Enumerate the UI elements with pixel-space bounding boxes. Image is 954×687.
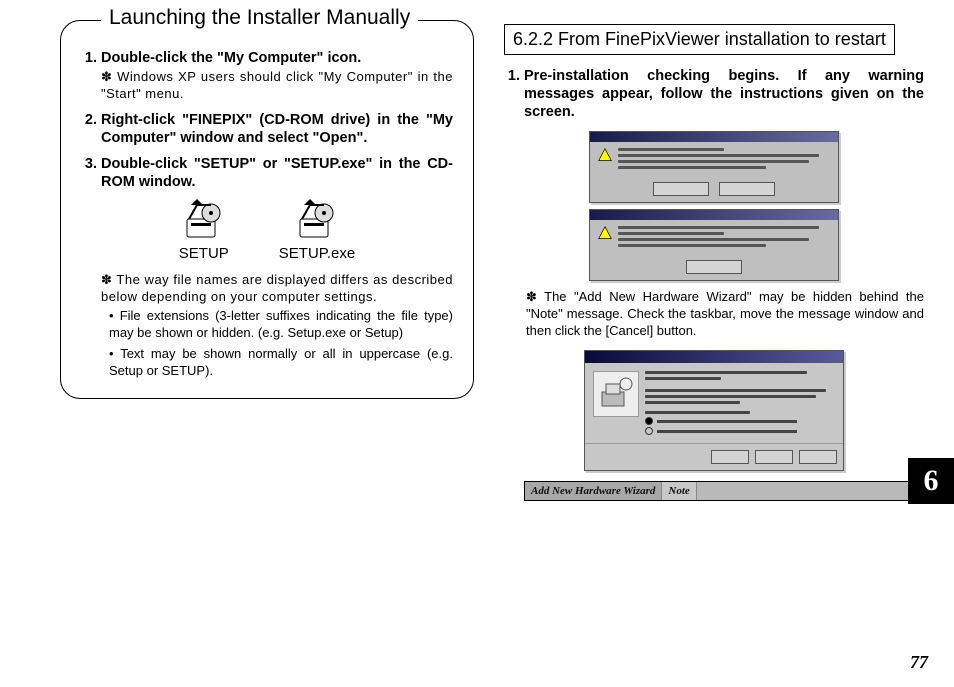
setup-label-1: SETUP	[179, 245, 229, 262]
wizard-text	[645, 371, 835, 435]
dialog-text-lines	[618, 148, 830, 172]
hardware-wizard-note: The "Add New Hardware Wizard" may be hid…	[504, 289, 924, 340]
warning-dialog-1	[589, 131, 839, 203]
dialog-titlebar	[590, 210, 838, 220]
warning-icon	[598, 148, 612, 162]
taskbar-item-note[interactable]: Note	[662, 482, 696, 500]
bullet-extensions: File extensions (3-letter suffixes indic…	[109, 308, 453, 342]
page-number: 77	[910, 652, 928, 673]
warning-dialog-2	[589, 209, 839, 281]
manual-install-box: Launching the Installer Manually Double-…	[60, 20, 474, 399]
right-column: 6.2.2 From FinePixViewer installation to…	[504, 20, 924, 677]
cancel-button[interactable]	[719, 182, 775, 196]
box-title: Launching the Installer Manually	[101, 6, 418, 30]
wizard-back-button[interactable]	[711, 450, 749, 464]
wizard-titlebar	[585, 351, 843, 363]
setup-icon-item-2: SETUP.exe	[279, 199, 355, 262]
warning-dialogs	[504, 131, 924, 281]
taskbar: Add New Hardware Wizard Note	[524, 481, 924, 501]
left-column: Launching the Installer Manually Double-…	[60, 20, 474, 677]
step-3: Double-click "SETUP" or "SETUP.exe" in t…	[101, 155, 453, 191]
setup-icon-item-1: SETUP	[179, 199, 229, 262]
installer-icon	[183, 199, 225, 241]
add-new-hardware-wizard	[584, 350, 844, 471]
bullet-textcase: Text may be shown normally or all in upp…	[109, 346, 453, 380]
warning-icon	[598, 226, 612, 240]
wizard-radio-1[interactable]	[645, 417, 835, 425]
setup-label-2: SETUP.exe	[279, 245, 355, 262]
setup-icons-row: SETUP SETUP.exe	[81, 199, 453, 262]
wizard-graphic	[593, 371, 639, 417]
taskbar-item-wizard[interactable]: Add New Hardware Wizard	[525, 482, 662, 500]
wizard-next-button[interactable]	[755, 450, 793, 464]
right-step-1: Pre-installation checking begins. If any…	[524, 67, 924, 121]
wizard-radio-2[interactable]	[645, 427, 835, 435]
section-heading: 6.2.2 From FinePixViewer installation to…	[504, 24, 895, 55]
step-1-note: Windows XP users should click "My Comput…	[101, 69, 453, 103]
step-1: Double-click the "My Computer" icon. Win…	[101, 49, 453, 103]
chapter-tab: 6	[908, 458, 954, 504]
step-2: Right-click "FINEPIX" (CD-ROM drive) in …	[101, 111, 453, 147]
dialog-titlebar	[590, 132, 838, 142]
installer-exe-icon	[296, 199, 338, 241]
step-1-text: Double-click the "My Computer" icon.	[101, 50, 361, 66]
ok-button[interactable]	[653, 182, 709, 196]
wizard-cancel-button[interactable]	[799, 450, 837, 464]
ok-button[interactable]	[686, 260, 742, 274]
dialog-text-lines	[618, 226, 830, 250]
filenames-note: The way file names are displayed differs…	[101, 272, 453, 306]
